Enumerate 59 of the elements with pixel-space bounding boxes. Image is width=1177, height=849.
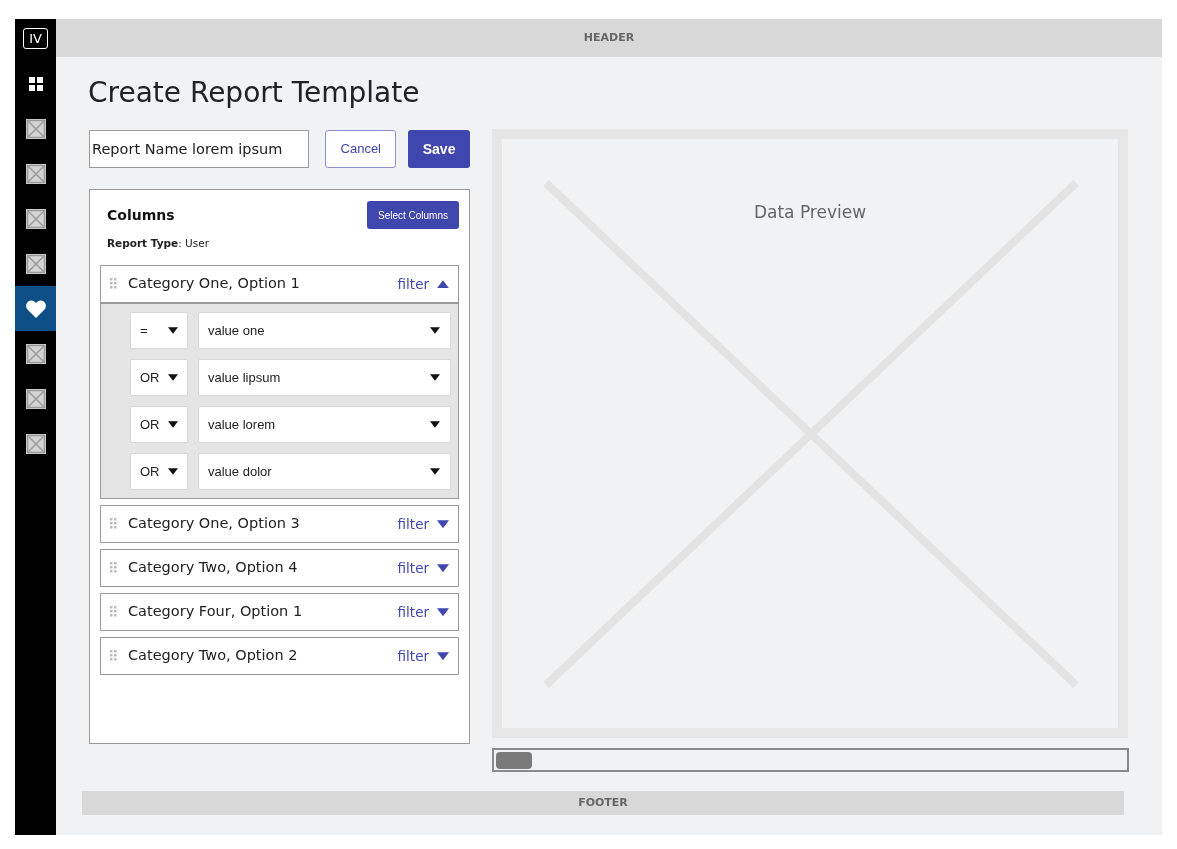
caret-down-icon	[430, 420, 440, 428]
column-label: Category One, Option 3	[128, 513, 301, 533]
drag-handle-icon[interactable]	[110, 606, 117, 618]
caret-down-icon	[437, 563, 449, 572]
operator-dropdown[interactable]: OR	[130, 452, 188, 490]
value-dropdown[interactable]: value dolor	[198, 452, 451, 490]
value-dropdown[interactable]: value lipsum	[198, 358, 451, 396]
caret-down-icon	[168, 420, 178, 428]
value-dropdown[interactable]: value one	[198, 311, 451, 349]
caret-down-icon	[430, 373, 440, 381]
column-label: Category Two, Option 4	[128, 557, 299, 577]
drag-handle-icon[interactable]	[110, 278, 117, 290]
scrollbar-thumb[interactable]	[496, 751, 532, 769]
operator-dropdown[interactable]: OR	[130, 405, 188, 443]
operator-dropdown[interactable]: =	[130, 311, 188, 349]
preview-label: Data Preview	[753, 201, 867, 224]
save-button[interactable]: Save	[408, 130, 470, 168]
caret-down-icon	[168, 326, 178, 334]
page-title: Create Report Template	[88, 75, 421, 111]
logo: IV	[23, 28, 48, 49]
report-name-field[interactable]: Report Name lorem ipsum	[89, 130, 310, 168]
operator-dropdown[interactable]: OR	[130, 358, 188, 396]
report-type: Report Type: User	[106, 236, 210, 251]
image-placeholder-icon	[25, 433, 46, 454]
image-placeholder-icon	[25, 253, 46, 274]
caret-down-icon	[437, 519, 449, 528]
cancel-button[interactable]: Cancel	[325, 130, 397, 168]
image-placeholder-icon	[25, 343, 46, 364]
filter-toggle[interactable]: filter	[397, 601, 449, 622]
image-placeholder-icon	[25, 163, 46, 184]
sidebar-item[interactable]	[15, 286, 56, 331]
filter-toggle[interactable]: filter	[397, 557, 449, 578]
filter-toggle[interactable]: filter	[397, 513, 449, 534]
drag-handle-icon[interactable]	[110, 518, 117, 530]
heart-icon	[25, 299, 46, 318]
drag-handle-icon[interactable]	[110, 650, 117, 662]
caret-up-icon	[437, 279, 449, 288]
panel-title: Columns	[107, 205, 175, 225]
filter-toggle[interactable]: filter	[397, 645, 449, 666]
image-placeholder-icon	[25, 388, 46, 409]
grid-icon	[28, 76, 43, 91]
footer-label: FOOTER	[578, 794, 628, 811]
caret-down-icon	[437, 607, 449, 616]
drag-handle-icon[interactable]	[110, 562, 117, 574]
caret-down-icon	[168, 467, 178, 475]
horizontal-scrollbar[interactable]	[492, 748, 1129, 772]
caret-down-icon	[430, 467, 440, 475]
header-label: HEADER	[583, 29, 635, 46]
image-placeholder-icon	[25, 118, 46, 139]
caret-down-icon	[437, 651, 449, 660]
select-columns-button[interactable]: Select Columns	[367, 201, 459, 229]
image-placeholder-icon	[25, 208, 46, 229]
filter-toggle[interactable]: filter	[397, 273, 449, 294]
caret-down-icon	[430, 326, 440, 334]
value-dropdown[interactable]: value lorem	[198, 405, 451, 443]
column-label: Category Four, Option 1	[128, 601, 304, 621]
column-label: Category Two, Option 2	[128, 645, 299, 665]
caret-down-icon	[168, 373, 178, 381]
column-label: Category One, Option 1	[128, 273, 301, 293]
